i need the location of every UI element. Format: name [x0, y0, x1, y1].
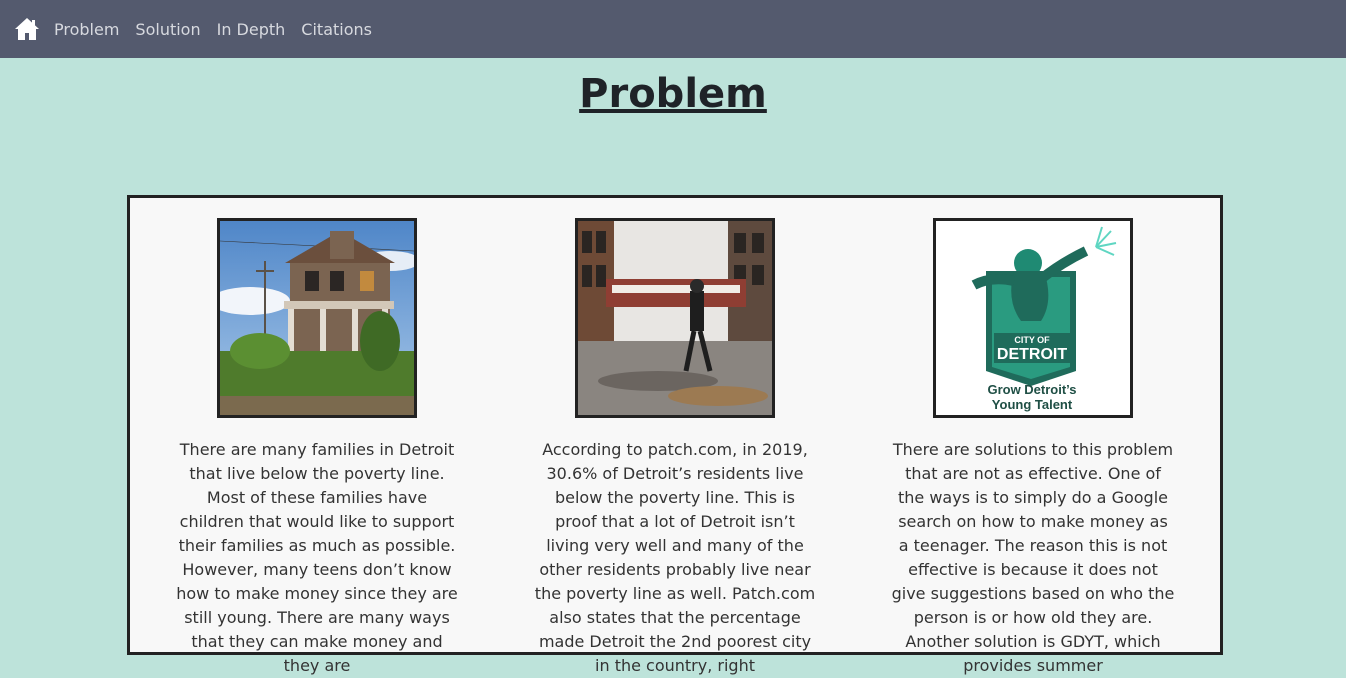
- column-text: There are solutions to this problem that…: [891, 440, 1175, 675]
- column-poverty-statistics: According to patch.com, in 2019, 30.6% o…: [525, 218, 825, 678]
- logo-detroit-text: DETROIT: [997, 346, 1067, 363]
- column-other-solutions: CITY OF DETROIT Grow Detroit’s Young Tal…: [883, 218, 1183, 678]
- nav-link-problem[interactable]: Problem: [54, 20, 119, 39]
- page-title: Problem: [579, 71, 767, 117]
- abandoned-house-photo: [217, 218, 417, 418]
- column-text: According to patch.com, in 2019, 30.6% o…: [534, 440, 816, 675]
- logo-grow-text: Grow Detroit’s: [987, 382, 1076, 397]
- abandoned-factory-photo: [575, 218, 775, 418]
- column-text: There are many families in Detroit that …: [176, 440, 458, 675]
- home-icon[interactable]: [14, 16, 40, 42]
- nav-link-in-depth[interactable]: In Depth: [217, 20, 286, 39]
- logo-young-talent-text: Young Talent: [992, 397, 1073, 412]
- column-poverty-families: There are many families in Detroit that …: [167, 218, 467, 678]
- logo-city-of-text: CITY OF: [1014, 335, 1050, 345]
- content-card: There are many families in Detroit that …: [127, 195, 1223, 675]
- nav-link-solution[interactable]: Solution: [135, 20, 200, 39]
- nav-link-citations[interactable]: Citations: [301, 20, 372, 39]
- gdyt-logo: CITY OF DETROIT Grow Detroit’s Young Tal…: [933, 218, 1133, 418]
- top-navbar: Problem Solution In Depth Citations: [0, 0, 1346, 58]
